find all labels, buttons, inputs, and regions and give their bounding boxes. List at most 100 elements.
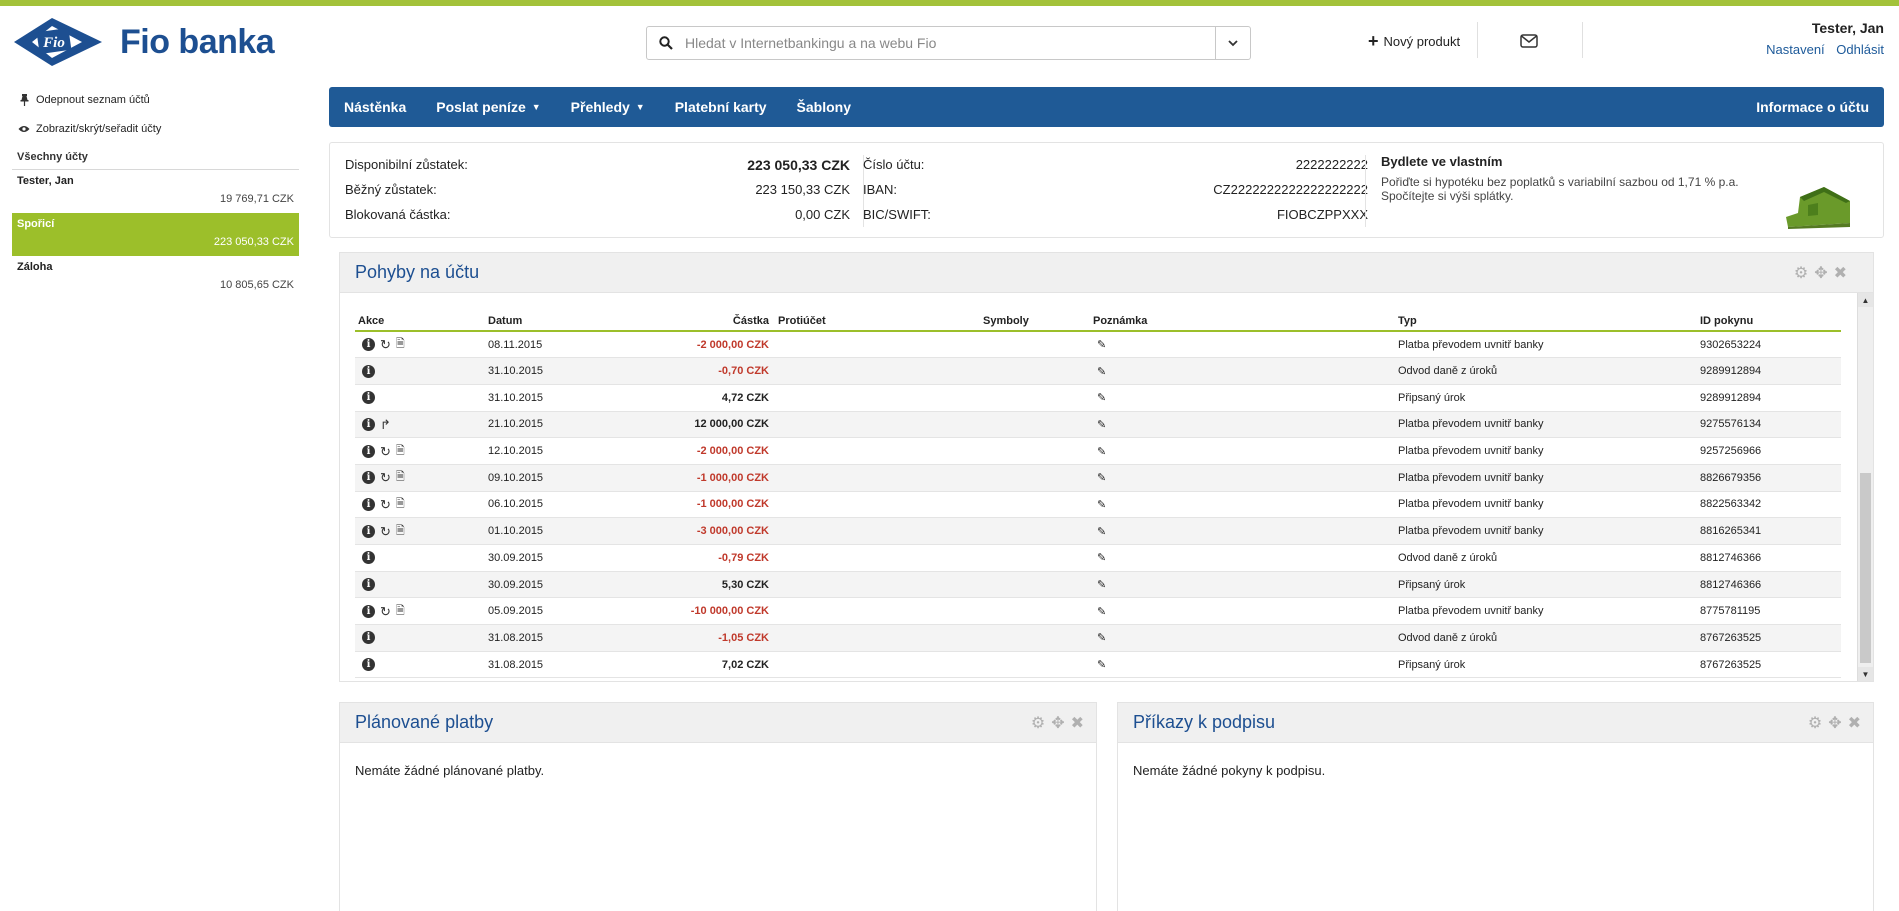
close-icon[interactable]: ✖ <box>1848 713 1861 733</box>
table-row[interactable]: i 30.09.2015 5,30 CZK ✎ Připsaný úrok 8812746… <box>355 571 1841 599</box>
table-row[interactable]: i ↻ 🗎 05.09.2015 -10 000,00 CZK ✎ Platba převo… <box>355 597 1841 626</box>
close-icon[interactable]: ✖ <box>1071 713 1084 733</box>
table-row[interactable]: i ↻ 🗎 12.10.2015 -2 000,00 CZK ✎ Platba převod… <box>355 437 1841 465</box>
table-row[interactable]: i ↻ 🗎 08.11.2015 -2 000,00 CZK ✎ Platba převod… <box>355 331 1841 359</box>
pencil-icon[interactable]: ✎ <box>1093 499 1106 511</box>
info-icon[interactable]: i <box>362 658 375 672</box>
repeat-icon[interactable]: ↻ <box>380 471 391 484</box>
col-header-type[interactable]: Typ <box>1395 310 1697 332</box>
mail-icon[interactable] <box>1520 34 1538 51</box>
logout-link[interactable]: Odhlásit <box>1836 42 1884 57</box>
table-row[interactable]: i ↻ 🗎 09.10.2015 -1 000,00 CZK ✎ Platba převod… <box>355 464 1841 492</box>
account-item-active[interactable]: Spořicí 223 050,33 CZK <box>12 213 299 256</box>
move-icon[interactable]: ✥ <box>1828 713 1841 733</box>
document-icon[interactable]: 🗎 <box>396 445 405 458</box>
document-icon[interactable]: 🗎 <box>396 605 405 618</box>
pencil-icon[interactable]: ✎ <box>1093 472 1106 484</box>
actions-cell: i ↻ 🗎 <box>355 331 485 359</box>
nav-account-info[interactable]: Informace o účtu <box>1756 99 1884 115</box>
col-header-amount[interactable]: Částka <box>595 310 775 332</box>
table-row[interactable]: i 31.10.2015 -0,70 CZK ✎ Odvod daně z úroků 9… <box>355 357 1841 385</box>
table-row[interactable]: i 31.10.2015 4,72 CZK ✎ Připsaný úrok 9289912… <box>355 384 1841 412</box>
table-row[interactable]: i ↻ 🗎 06.10.2015 -1 000,00 CZK ✎ Platba převod… <box>355 491 1841 519</box>
move-icon[interactable]: ✥ <box>1814 263 1827 283</box>
type-cell: Platba převodem uvnitř banky <box>1395 597 1697 626</box>
counter-account-cell <box>775 437 980 465</box>
table-scrollbar[interactable]: ▲ ▼ <box>1857 293 1873 681</box>
fio-logo[interactable]: Fio Fio banka <box>12 16 275 68</box>
document-icon[interactable]: 🗎 <box>396 471 405 484</box>
info-icon[interactable]: i <box>362 578 375 592</box>
repeat-icon[interactable]: ↻ <box>380 525 391 538</box>
info-icon[interactable]: i <box>362 631 375 645</box>
repeat-icon[interactable]: ↻ <box>380 498 391 511</box>
share-icon[interactable]: ↱ <box>380 418 391 431</box>
document-icon[interactable]: 🗎 <box>396 498 405 511</box>
gear-icon[interactable]: ⚙ <box>1031 713 1045 733</box>
pencil-icon[interactable]: ✎ <box>1093 419 1106 431</box>
search-dropdown-button[interactable] <box>1215 27 1250 59</box>
pencil-icon[interactable]: ✎ <box>1093 392 1106 404</box>
table-row[interactable]: i 30.09.2015 -0,79 CZK ✎ Odvod daně z úroků 8… <box>355 544 1841 572</box>
mortgage-promo[interactable]: Bydlete ve vlastním Pořiďte si hypotéku … <box>1381 154 1771 203</box>
settings-link[interactable]: Nastavení <box>1766 42 1825 57</box>
pencil-icon[interactable]: ✎ <box>1093 552 1106 564</box>
info-icon[interactable]: i <box>362 338 375 352</box>
info-icon[interactable]: i <box>362 604 375 618</box>
table-row[interactable]: i 31.08.2015 -1,05 CZK ✎ Odvod daně z úroků 8… <box>355 624 1841 652</box>
document-icon[interactable]: 🗎 <box>396 525 405 538</box>
repeat-icon[interactable]: ↻ <box>380 445 391 458</box>
gear-icon[interactable]: ⚙ <box>1794 263 1808 283</box>
repeat-icon[interactable]: ↻ <box>380 605 391 618</box>
show-hide-accounts-link[interactable]: Zobrazit/skrýt/seřadit účty <box>12 121 299 137</box>
info-icon[interactable]: i <box>362 391 375 405</box>
info-icon[interactable]: i <box>362 417 375 431</box>
info-icon[interactable]: i <box>362 524 375 538</box>
scrollbar-thumb[interactable] <box>1860 473 1871 663</box>
scroll-down-icon[interactable]: ▼ <box>1858 667 1873 681</box>
pencil-icon[interactable]: ✎ <box>1093 446 1106 458</box>
info-icon[interactable]: i <box>362 497 375 511</box>
nav-dashboard[interactable]: Nástěnka <box>329 87 421 127</box>
actions-cell: i ↻ 🗎 <box>355 437 485 465</box>
close-icon[interactable]: ✖ <box>1834 263 1847 283</box>
search-input[interactable] <box>685 27 1215 59</box>
pencil-icon[interactable]: ✎ <box>1093 579 1106 591</box>
info-icon[interactable]: i <box>362 444 375 458</box>
nav-templates[interactable]: Šablony <box>782 87 866 127</box>
col-header-date[interactable]: Datum <box>485 310 595 332</box>
pencil-icon[interactable]: ✎ <box>1093 659 1106 671</box>
col-header-counter-account[interactable]: Protiúčet <box>775 310 980 332</box>
nav-overviews[interactable]: Přehledy ▼ <box>556 87 660 127</box>
pencil-icon[interactable]: ✎ <box>1093 339 1106 351</box>
table-row[interactable]: i 31.08.2015 7,02 CZK ✎ Připsaný úrok 8767263… <box>355 651 1841 679</box>
pencil-icon[interactable]: ✎ <box>1093 366 1106 378</box>
account-item[interactable]: Záloha 10 805,65 CZK <box>12 256 299 299</box>
repeat-icon[interactable]: ↻ <box>380 338 391 351</box>
col-header-order-id[interactable]: ID pokynu <box>1697 310 1841 332</box>
table-row[interactable]: i ↱ 21.10.2015 12 000,00 CZK ✎ Platba převode… <box>355 411 1841 439</box>
document-icon[interactable]: 🗎 <box>396 338 405 351</box>
panel-title: Příkazy k podpisu <box>1133 712 1276 732</box>
nav-payment-cards[interactable]: Platební karty <box>660 87 782 127</box>
info-icon[interactable]: i <box>362 551 375 565</box>
unpin-accounts-link[interactable]: Odepnout seznam účtů <box>12 92 299 108</box>
pencil-icon[interactable]: ✎ <box>1093 526 1106 538</box>
scroll-up-icon[interactable]: ▲ <box>1858 293 1873 307</box>
gear-icon[interactable]: ⚙ <box>1808 713 1822 733</box>
pencil-icon[interactable]: ✎ <box>1093 632 1106 644</box>
table-row[interactable]: i ↻ 🗎 01.10.2015 -3 000,00 CZK ✎ Platba převod… <box>355 517 1841 545</box>
col-header-note[interactable]: Poznámka <box>1090 310 1395 332</box>
info-icon[interactable]: i <box>362 471 375 485</box>
pencil-icon[interactable]: ✎ <box>1093 606 1106 618</box>
search-icon[interactable] <box>647 27 685 59</box>
account-item[interactable]: Tester, Jan 19 769,71 CZK <box>12 170 299 213</box>
nav-send-money[interactable]: Poslat peníze ▼ <box>421 87 555 127</box>
actions-cell: i <box>355 544 485 572</box>
bic-label: BIC/SWIFT: <box>863 207 931 222</box>
info-icon[interactable]: i <box>362 364 375 378</box>
new-product-button[interactable]: + Nový produkt <box>1368 32 1460 50</box>
move-icon[interactable]: ✥ <box>1051 713 1064 733</box>
col-header-symbols[interactable]: Symboly <box>980 310 1090 332</box>
order-id-cell: 9302653224 <box>1697 331 1841 359</box>
